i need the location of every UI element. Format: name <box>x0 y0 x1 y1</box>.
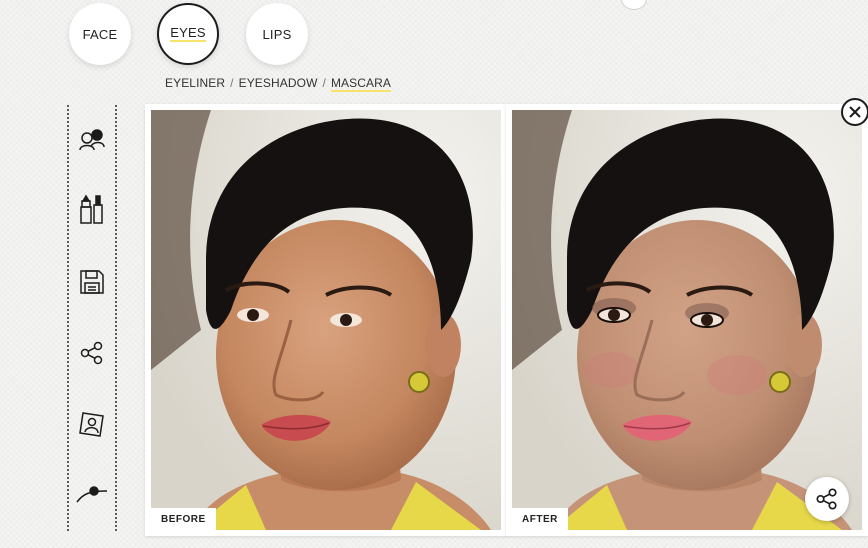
save-icon[interactable] <box>75 265 109 299</box>
before-portrait-image <box>151 110 501 530</box>
faces-icon[interactable] <box>75 123 109 157</box>
intensity-slider-icon[interactable] <box>75 478 109 512</box>
after-portrait-image <box>512 110 862 530</box>
before-photo: BEFORE <box>151 110 501 530</box>
tab-lips[interactable]: LIPS <box>246 3 308 65</box>
before-label: BEFORE <box>151 508 216 530</box>
subnav-eyeliner[interactable]: EYELINER <box>165 76 225 90</box>
tab-face[interactable]: FACE <box>69 3 131 65</box>
makeup-products-icon[interactable] <box>75 193 109 227</box>
top-button-edge <box>621 0 647 10</box>
share-icon[interactable] <box>75 336 109 370</box>
share-result-button[interactable] <box>805 477 849 521</box>
tool-sidebar <box>67 105 117 531</box>
tab-lips-label: LIPS <box>262 26 292 42</box>
portrait-icon[interactable] <box>75 407 109 441</box>
close-icon <box>849 106 861 118</box>
close-button[interactable] <box>841 98 868 126</box>
subnav-eyeshadow[interactable]: EYESHADOW <box>239 76 318 90</box>
after-photo-card: AFTER <box>506 104 868 536</box>
tab-eyes[interactable]: EYES <box>157 3 219 65</box>
tab-eyes-label: EYES <box>170 25 206 42</box>
subnav-separator: / <box>230 76 234 90</box>
subnav-mascara[interactable]: MASCARA <box>330 76 391 92</box>
tab-face-label: FACE <box>82 26 118 42</box>
after-photo: AFTER <box>512 110 862 530</box>
after-label: AFTER <box>512 508 568 530</box>
eye-subnav: EYELINER / EYESHADOW / MASCARA <box>165 76 391 92</box>
subnav-separator: / <box>322 76 326 90</box>
before-photo-card: BEFORE <box>145 104 507 536</box>
share-icon <box>816 488 837 510</box>
